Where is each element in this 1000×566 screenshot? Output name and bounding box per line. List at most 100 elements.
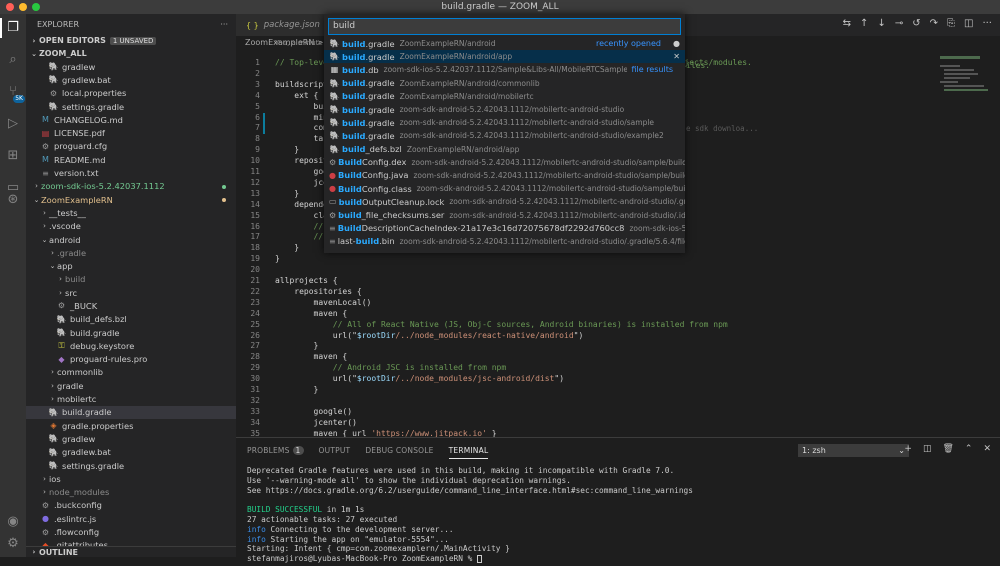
tree-item[interactable]: › mobilertc — [26, 392, 236, 405]
explorer-icon[interactable]: ❐ — [0, 18, 21, 38]
gradle-properties-icon: ◈ — [50, 421, 57, 431]
minimize-window-icon[interactable] — [19, 3, 27, 11]
quick-open-item[interactable]: ▦ build.db zoom-sdk-ios-5.2.42037.1112/Sam… — [324, 63, 685, 76]
close-window-icon[interactable] — [6, 3, 14, 11]
git-graph-icon[interactable]: ⊛ — [5, 192, 21, 208]
forward-icon[interactable]: ↷ — [930, 18, 938, 29]
tree-item[interactable]: 🐘 settings.gradle — [26, 459, 236, 472]
tree-item-label: node_modules — [49, 487, 110, 498]
search-icon[interactable]: ⌕ — [5, 52, 21, 68]
tree-item[interactable]: 🐘 build.gradle — [26, 326, 236, 339]
compare-icon[interactable]: ⇆ — [843, 18, 851, 29]
tree-item[interactable]: ● .eslintrc.js — [26, 512, 236, 525]
close-panel-icon[interactable]: ✕ — [983, 444, 991, 454]
quick-open-item[interactable]: ● BuildConfig.java zoom-sdk-android-5.2.42… — [324, 169, 685, 182]
tree-item[interactable]: › zoom-sdk-ios-5.2.42037.1112 — [26, 180, 236, 193]
quick-open-item[interactable]: ▭ buildOutputCleanup.lock zoom-sdk-android… — [324, 195, 685, 208]
tab-package-json[interactable]: { } package.json — [236, 14, 330, 36]
quick-open-item[interactable]: 🐘 build.gradle ZoomExampleRN/android/app ✕ — [324, 50, 685, 64]
tree-item[interactable]: ⌄ ZoomExampleRN — [26, 193, 236, 206]
tree-item[interactable]: ◆ proguard-rules.pro — [26, 353, 236, 366]
window-controls[interactable] — [6, 3, 40, 11]
new-terminal-icon[interactable]: + — [904, 444, 912, 454]
tree-item[interactable]: ⚿ debug.keystore — [26, 339, 236, 352]
settings-gear-icon[interactable]: ⚙ — [5, 536, 21, 552]
tree-item[interactable]: › commonlib — [26, 366, 236, 379]
tree-item[interactable]: 🐘 settings.gradle — [26, 100, 236, 113]
code-line: google() — [275, 406, 353, 416]
tree-item[interactable]: › ios — [26, 472, 236, 485]
split-editor-icon[interactable]: ◫ — [964, 18, 973, 29]
tree-item[interactable]: ◈ gradle.properties — [26, 419, 236, 432]
open-changes-icon[interactable]: ⎘ — [947, 18, 955, 29]
quick-open-item[interactable]: 🐘 build.gradle zoom-sdk-android-5.2.42043.… — [324, 116, 685, 129]
tree-item[interactable]: 🐘 gradlew — [26, 60, 236, 73]
run-debug-icon[interactable]: ▷ — [5, 116, 21, 132]
remove-recent-icon[interactable]: ✕ — [673, 52, 680, 62]
maximize-panel-icon[interactable]: ⌃ — [965, 444, 973, 454]
workspace-root[interactable]: ⌄ ZOOM_ALL — [26, 47, 236, 60]
tab-output[interactable]: OUTPUT — [319, 446, 351, 455]
tree-item[interactable]: › build — [26, 273, 236, 286]
next-change-icon[interactable]: ↓ — [877, 18, 885, 29]
outline-section[interactable]: › OUTLINE — [26, 546, 236, 557]
quick-open-item[interactable]: 🐘 build.gradle zoom-sdk-android-5.2.42043.… — [324, 129, 685, 142]
source-control-icon[interactable]: ⑂ 5K — [5, 84, 25, 103]
tree-item[interactable]: ⚙ .buckconfig — [26, 499, 236, 512]
tree-item[interactable]: ⚙ _BUCK — [26, 299, 236, 312]
line-number: 21 — [250, 276, 260, 285]
tree-item[interactable]: 🐘 gradlew.bat — [26, 73, 236, 86]
open-editors-section[interactable]: › OPEN EDITORS 1 UNSAVED — [26, 34, 236, 47]
quick-open-item[interactable]: 🐘 build.gradle ZoomExampleRN/android recent… — [324, 37, 685, 50]
split-terminal-icon[interactable]: ◫ — [923, 444, 932, 454]
tree-item[interactable]: › src — [26, 286, 236, 299]
tree-item[interactable]: ≡ version.txt — [26, 166, 236, 179]
tree-item[interactable]: › node_modules — [26, 486, 236, 499]
more-actions-icon[interactable]: ··· — [982, 18, 992, 29]
quick-open-item[interactable]: 🐘 build.gradle ZoomExampleRN/android/commo… — [324, 77, 685, 90]
quick-open-item[interactable]: ⚙ build_file_checksums.ser zoom-sdk-androi… — [324, 208, 685, 221]
extensions-icon[interactable]: ⊞ — [5, 148, 21, 164]
git-commit-icon[interactable]: ⊸ — [895, 18, 903, 29]
tree-item[interactable]: › __tests__ — [26, 206, 236, 219]
more-actions-icon[interactable]: ··· — [220, 20, 228, 29]
quick-open-item[interactable]: ● BuildConfig.class zoom-sdk-android-5.2.4… — [324, 182, 685, 195]
tree-item-label: gradlew.bat — [62, 74, 111, 85]
terminal-line: info Connecting to the development serve… — [247, 524, 454, 534]
tree-item[interactable]: ⌄ android — [26, 233, 236, 246]
quick-open-input[interactable]: build — [328, 18, 681, 35]
tree-item[interactable]: ⚙ local.properties — [26, 87, 236, 100]
tree-item[interactable]: › .gradle — [26, 246, 236, 259]
quick-open-item[interactable]: 🐘 build.gradle zoom-sdk-android-5.2.42043.… — [324, 103, 685, 116]
tab-debug-console[interactable]: DEBUG CONSOLE — [365, 446, 433, 455]
tree-item-label: gradle — [57, 380, 84, 391]
terminal-select[interactable]: 1: zsh ⌄ — [798, 444, 909, 457]
line-number: 28 — [250, 352, 260, 362]
tree-item[interactable]: 🐘 gradlew.bat — [26, 446, 236, 459]
tree-item[interactable]: ⌄ app — [26, 259, 236, 272]
tree-item[interactable]: M README.md — [26, 153, 236, 166]
tab-terminal[interactable]: TERMINAL — [448, 446, 489, 459]
quick-open-item[interactable]: ≡ last-build.bin zoom-sdk-android-5.2.4204… — [324, 235, 685, 248]
tree-item[interactable]: ⚙ proguard.cfg — [26, 140, 236, 153]
maximize-window-icon[interactable] — [32, 3, 40, 11]
minimap[interactable] — [936, 50, 1000, 150]
quick-open-item[interactable]: ⚙ BuildConfig.dex zoom-sdk-android-5.2.420… — [324, 156, 685, 169]
quick-open-item[interactable]: ≡ BuildDescriptionCacheIndex-21a17e3c16d7… — [324, 222, 685, 235]
tree-item[interactable]: 🐘 build_defs.bzl — [26, 313, 236, 326]
tree-item[interactable]: › gradle — [26, 379, 236, 392]
trash-icon[interactable]: 🗑 — [942, 444, 953, 454]
tree-item[interactable]: 🐘 gradlew — [26, 432, 236, 445]
quick-open-item[interactable]: 🐘 build_defs.bzl ZoomExampleRN/android/app — [324, 143, 685, 156]
terminal-output[interactable]: Deprecated Gradle features were used in … — [247, 466, 693, 564]
tab-problems[interactable]: PROBLEMS 1 — [247, 446, 304, 455]
account-icon[interactable]: ◉ — [5, 514, 21, 530]
quick-open-item[interactable]: 🐘 build.gradle ZoomExampleRN/android/mobil… — [324, 90, 685, 103]
tree-item[interactable]: ▤ LICENSE.pdf — [26, 126, 236, 139]
tree-item[interactable]: M CHANGELOG.md — [26, 113, 236, 126]
tree-item[interactable]: ⚙ .flowconfig — [26, 525, 236, 538]
tree-item[interactable]: › .vscode — [26, 220, 236, 233]
revert-icon[interactable]: ↺ — [912, 18, 920, 29]
previous-change-icon[interactable]: ↑ — [860, 18, 868, 29]
tree-item[interactable]: 🐘 build.gradle — [26, 405, 236, 420]
